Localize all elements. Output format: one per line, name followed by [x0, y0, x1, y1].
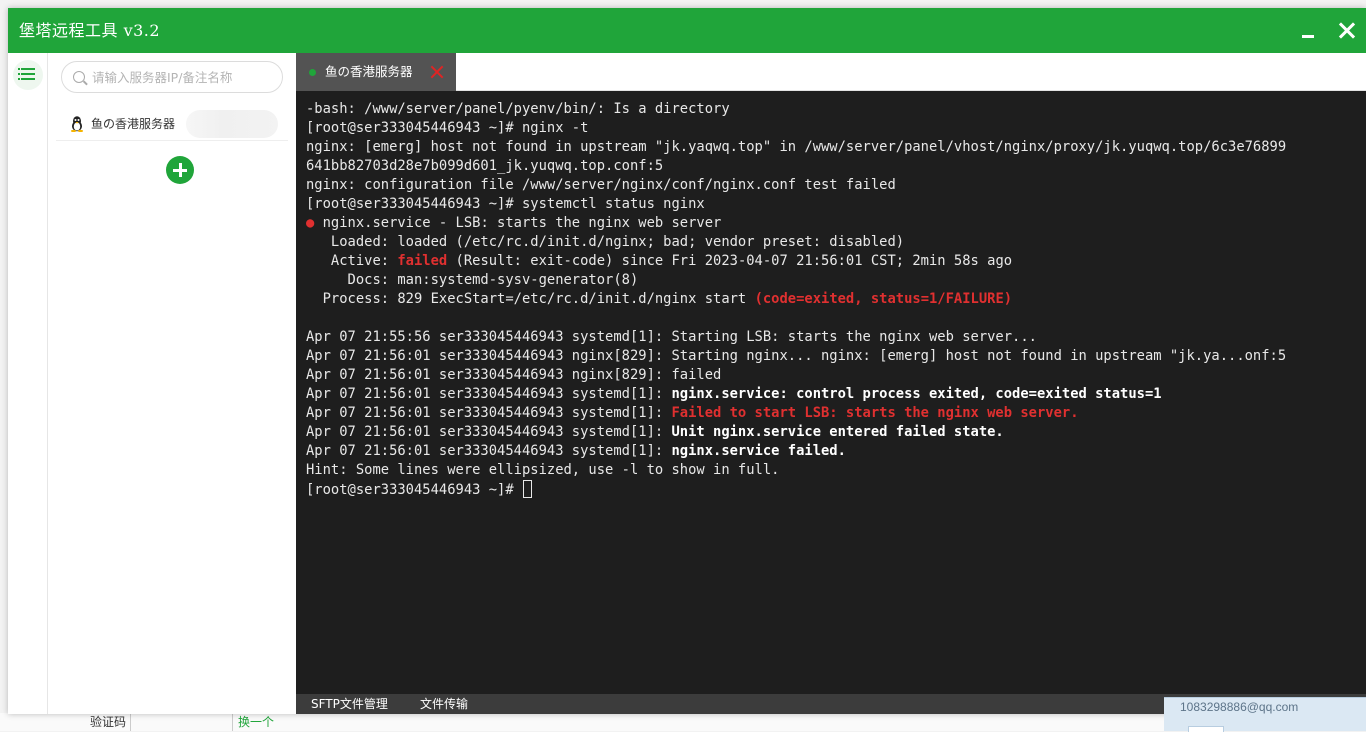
- terminal-line: Apr 07 21:56:01 ser333045446943 systemd[…: [306, 442, 1366, 461]
- terminal-text: [root@ser333045446943 ~]# systemctl stat…: [306, 196, 705, 212]
- app-window: 堡塔远程工具 v3.2 鱼の香港服务器: [8, 8, 1366, 714]
- terminal-line: Active: failed (Result: exit-code) since…: [306, 252, 1366, 271]
- terminal-line: nginx: configuration file /www/server/ng…: [306, 176, 1366, 195]
- terminal-text: Apr 07 21:56:01 ser333045446943 systemd[…: [306, 386, 672, 402]
- window-title: 堡塔远程工具 v3.2: [19, 21, 161, 40]
- terminal-text: [root@ser333045446943 ~]#: [306, 482, 522, 498]
- session-tabs: 鱼の香港服务器: [296, 53, 1366, 91]
- divider: [130, 713, 131, 731]
- terminal-cursor: [522, 480, 532, 498]
- terminal-text: Apr 07 21:56:01 ser333045446943 systemd[…: [306, 405, 672, 421]
- terminal-text: Active:: [306, 253, 398, 269]
- terminal-text: Apr 07 21:56:01 ser333045446943 systemd[…: [306, 424, 672, 440]
- tab-label: 鱼の香港服务器: [325, 64, 413, 79]
- terminal-text: Apr 07 21:56:01 ser333045446943 nginx[82…: [306, 367, 722, 383]
- close-icon[interactable]: [1334, 17, 1362, 45]
- terminal-text: nginx.service - LSB: starts the nginx we…: [314, 215, 722, 231]
- terminal-text: Docs: man:systemd-sysv-generator(8): [306, 272, 639, 288]
- list-menu-icon[interactable]: [13, 60, 43, 90]
- terminal-line: Apr 07 21:56:01 ser333045446943 nginx[82…: [306, 366, 1366, 385]
- terminal-text: Loaded: loaded (/etc/rc.d/init.d/nginx; …: [306, 234, 905, 250]
- terminal-line: ● nginx.service - LSB: starts the nginx …: [306, 214, 1366, 233]
- terminal-text: nginx: [emerg] host not found in upstrea…: [306, 139, 1287, 155]
- redacted-ip: [186, 110, 278, 138]
- terminal-text: Failed to start LSB: starts the nginx we…: [671, 405, 1079, 421]
- tab-sftp[interactable]: SFTP文件管理: [311, 694, 388, 714]
- terminal-text: (code=exited, status=1/FAILURE): [754, 291, 1013, 307]
- terminal-text: Hint: Some lines were ellipsized, use -l…: [306, 462, 780, 478]
- terminal-line: [root@ser333045446943 ~]# systemctl stat…: [306, 195, 1366, 214]
- linux-tux-icon: [70, 116, 84, 132]
- main-panel: 鱼の香港服务器 -bash: /www/server/panel/pyenv/b…: [296, 53, 1366, 714]
- search-box: [61, 61, 283, 93]
- server-list-item[interactable]: 鱼の香港服务器: [56, 105, 288, 141]
- terminal-text: Apr 07 21:56:01 ser333045446943 systemd[…: [306, 443, 672, 459]
- add-server-button[interactable]: [166, 156, 194, 184]
- terminal-line: Hint: Some lines were ellipsized, use -l…: [306, 461, 1366, 480]
- terminal-text: Apr 07 21:56:01 ser333045446943 nginx[82…: [306, 348, 1287, 364]
- terminal-line: Apr 07 21:56:01 ser333045446943 nginx[82…: [306, 347, 1366, 366]
- terminal-output[interactable]: -bash: /www/server/panel/pyenv/bin/: Is …: [296, 91, 1366, 694]
- tab-file-transfer[interactable]: 文件传输: [420, 694, 468, 714]
- close-tab-icon[interactable]: [430, 65, 444, 79]
- terminal-text: Process: 829 ExecStart=/etc/rc.d/init.d/…: [306, 291, 755, 307]
- terminal-text: nginx: configuration file /www/server/ng…: [306, 177, 896, 193]
- terminal-text: failed: [397, 253, 448, 269]
- swap-captcha-link[interactable]: 换一个: [238, 713, 274, 731]
- terminal-line: Apr 07 21:55:56 ser333045446943 systemd[…: [306, 328, 1366, 347]
- terminal-line: Apr 07 21:56:01 ser333045446943 systemd[…: [306, 404, 1366, 423]
- captcha-label: 验证码: [90, 715, 127, 729]
- terminal-text: Unit nginx.service entered failed state.: [671, 424, 1004, 440]
- divider: [232, 713, 233, 731]
- terminal-line: [root@ser333045446943 ~]#: [306, 480, 1366, 499]
- terminal-line: Process: 829 ExecStart=/etc/rc.d/init.d/…: [306, 290, 1366, 309]
- terminal-text: -bash: /www/server/panel/pyenv/bin/: Is …: [306, 101, 730, 117]
- terminal-line: Docs: man:systemd-sysv-generator(8): [306, 271, 1366, 290]
- terminal-line: nginx: [emerg] host not found in upstrea…: [306, 138, 1366, 157]
- terminal-line: Loaded: loaded (/etc/rc.d/init.d/nginx; …: [306, 233, 1366, 252]
- tab-session[interactable]: 鱼の香港服务器: [296, 53, 456, 91]
- terminal-text: (Result: exit-code) since Fri 2023-04-07…: [447, 253, 1013, 269]
- notification-toast[interactable]: 1083298886@qq.com: [1164, 697, 1366, 732]
- terminal-line: [root@ser333045446943 ~]# nginx -t: [306, 119, 1366, 138]
- title-bar[interactable]: 堡塔远程工具 v3.2: [8, 8, 1366, 53]
- underlying-form-row: 验证码 换一个: [0, 713, 1366, 731]
- terminal-line: 641bb82703d28e7b099d601_jk.yuqwq.top.con…: [306, 157, 1366, 176]
- server-name: 鱼の香港服务器: [91, 117, 176, 131]
- left-rail: [8, 53, 48, 714]
- terminal-line: Apr 07 21:56:01 ser333045446943 systemd[…: [306, 385, 1366, 404]
- terminal-text: [root@ser333045446943 ~]# nginx -t: [306, 120, 589, 136]
- search-icon: [73, 71, 85, 83]
- search-input[interactable]: [92, 62, 277, 92]
- terminal-text: nginx.service: control process exited, c…: [671, 386, 1162, 402]
- terminal-text: 641bb82703d28e7b099d601_jk.yuqwq.top.con…: [306, 158, 664, 174]
- terminal-line: -bash: /www/server/panel/pyenv/bin/: Is …: [306, 100, 1366, 119]
- toast-input[interactable]: [1188, 726, 1224, 732]
- terminal-text: Apr 07 21:55:56 ser333045446943 systemd[…: [306, 329, 1037, 345]
- minimize-icon[interactable]: [1296, 18, 1322, 44]
- server-sidebar: 鱼の香港服务器: [48, 53, 296, 714]
- terminal-line: Apr 07 21:56:01 ser333045446943 systemd[…: [306, 423, 1366, 442]
- terminal-text: nginx.service failed.: [671, 443, 846, 459]
- connected-status-icon: [309, 69, 316, 76]
- toast-text: 1083298886@qq.com: [1180, 700, 1299, 714]
